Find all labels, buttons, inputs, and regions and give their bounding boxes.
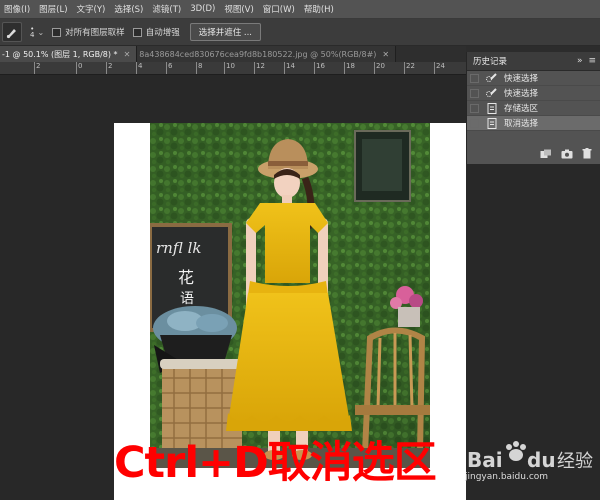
sample-all-layers-label: 对所有图层取样: [65, 28, 125, 38]
ruler-number: 8: [198, 62, 203, 70]
svg-text:du: du: [527, 448, 556, 472]
sample-all-layers-option[interactable]: 对所有图层取样: [52, 26, 125, 38]
ruler-number: 10: [226, 62, 235, 70]
ruler-number: 16: [316, 62, 325, 70]
trash-icon[interactable]: [582, 148, 592, 162]
menu-layer[interactable]: 图层(L): [35, 3, 72, 15]
svg-text:语: 语: [180, 291, 194, 307]
history-snapshot-checkbox[interactable]: [470, 73, 479, 83]
history-item-selected[interactable]: 取消选择: [467, 116, 600, 131]
auto-enhance-option[interactable]: 自动增强: [132, 26, 180, 38]
ruler-number: 14: [286, 62, 295, 70]
close-icon[interactable]: ✕: [124, 50, 131, 59]
svg-text:rnfl lk: rnfl lk: [156, 239, 202, 257]
close-icon[interactable]: ✕: [382, 50, 389, 59]
tutorial-caption: Ctrl+D取消选区: [114, 438, 437, 488]
brush-size-picker[interactable]: • 4 ⌄: [30, 26, 45, 39]
ruler-number: 4: [138, 62, 143, 70]
menu-bar: 文件 图像(I) 图层(L) 文字(Y) 选择(S) 滤镜(T) 3D(D) 视…: [0, 0, 600, 19]
history-panel-title: 历史记录: [473, 57, 508, 67]
ruler-number: 12: [256, 62, 265, 70]
menu-3d[interactable]: 3D(D): [186, 4, 220, 14]
menu-filter[interactable]: 滤镜(T): [148, 3, 186, 15]
auto-enhance-checkbox[interactable]: [132, 27, 142, 37]
baidu-jingyan-watermark: Bai du 经验 jingyan.baidu.com: [465, 440, 600, 495]
svg-text:经验: 经验: [557, 451, 593, 472]
document-icon: [485, 102, 499, 114]
tab-document-2[interactable]: 8a438684ced830676cea9fd8b180522.jpg @ 50…: [137, 46, 397, 62]
history-panel: 历史记录 » ≡ 快速选择 快速选择 存储选区 取消选择: [466, 52, 600, 164]
history-snapshot-checkbox[interactable]: [470, 103, 479, 113]
tab-label: -1 @ 50.1% (图层 1, RGB/8) *: [2, 49, 118, 59]
ruler-number: 0: [78, 62, 83, 70]
subtract-selection-button[interactable]: [2, 22, 22, 42]
menu-window[interactable]: 窗口(W): [259, 3, 300, 15]
menu-select[interactable]: 选择(S): [110, 3, 148, 15]
document-tab-bar: -1 @ 50.1% (图层 1, RGB/8) * ✕ 8a438684ced…: [0, 46, 466, 62]
baidu-jingyan-logo: Bai du 经验: [467, 441, 593, 472]
chevron-down-icon: ⌄: [37, 27, 45, 37]
history-item-label: 取消选择: [504, 119, 539, 129]
ruler-number: 20: [376, 62, 385, 70]
tab-document-1[interactable]: -1 @ 50.1% (图层 1, RGB/8) * ✕: [0, 46, 138, 62]
quick-select-icon: [485, 88, 499, 98]
woman-in-yellow-dress-photo: rnfl lk 花 语: [150, 123, 430, 468]
history-panel-footer: [467, 146, 600, 164]
menu-help[interactable]: 帮助(H): [300, 3, 339, 15]
history-snapshot-checkbox[interactable]: [470, 88, 479, 98]
sample-all-layers-checkbox[interactable]: [52, 27, 62, 37]
horizontal-ruler[interactable]: 2 0 2 4 6 8 10 12 14 16 18 20 22 24: [0, 62, 466, 75]
auto-enhance-label: 自动增强: [145, 28, 180, 38]
svg-text:花: 花: [178, 268, 194, 287]
history-item-label: 存储选区: [504, 104, 539, 114]
camera-snapshot-icon[interactable]: [561, 149, 573, 162]
ruler-number: 22: [406, 62, 415, 70]
ruler-number: 6: [168, 62, 173, 70]
svg-text:Bai: Bai: [467, 448, 503, 472]
ruler-number: 24: [436, 62, 445, 70]
ruler-number: 18: [346, 62, 355, 70]
history-item-label: 快速选择: [504, 89, 539, 99]
document-icon: [485, 117, 499, 129]
history-item[interactable]: 快速选择: [467, 71, 600, 86]
history-panel-header[interactable]: 历史记录 » ≡: [467, 52, 600, 71]
menu-image[interactable]: 图像(I): [0, 3, 35, 15]
new-document-from-state-icon[interactable]: [540, 149, 552, 162]
options-bar: • 4 ⌄ 对所有图层取样 自动增强 选择并遮住 ...: [0, 19, 600, 46]
select-and-mask-button[interactable]: 选择并遮住 ...: [189, 23, 262, 41]
quick-select-icon: [485, 73, 499, 83]
history-snapshot-checkbox[interactable]: [470, 118, 479, 128]
brush-minus-icon: [6, 29, 16, 39]
tab-label: 8a438684ced830676cea9fd8b180522.jpg @ 50…: [139, 49, 377, 59]
history-item[interactable]: 快速选择: [467, 86, 600, 101]
history-item-label: 快速选择: [504, 74, 539, 84]
canvas-photo[interactable]: rnfl lk 花 语: [150, 123, 430, 468]
ruler-number: 2: [36, 62, 41, 70]
menu-view[interactable]: 视图(V): [220, 3, 258, 15]
watermark-url: jingyan.baidu.com: [465, 472, 549, 482]
brush-size-value: 4: [30, 31, 35, 39]
ruler-number: 2: [108, 62, 113, 70]
panel-menu-icon[interactable]: ≡: [588, 56, 596, 66]
collapse-panel-icon[interactable]: »: [577, 56, 583, 66]
history-item[interactable]: 存储选区: [467, 101, 600, 116]
menu-type[interactable]: 文字(Y): [73, 3, 111, 15]
